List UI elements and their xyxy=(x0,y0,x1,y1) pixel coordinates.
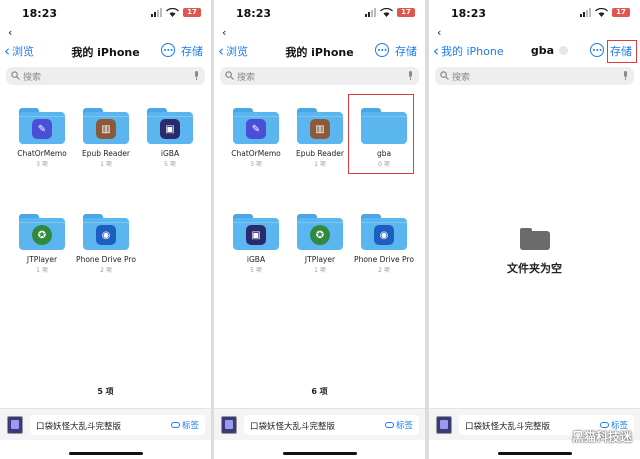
status-bar: 18:23 17 xyxy=(214,0,425,26)
folder-igba[interactable]: ▣ iGBA 5 项 xyxy=(224,214,288,274)
file-thumbnail-icon xyxy=(436,416,452,434)
folder-icon: ▥ xyxy=(83,108,129,144)
return-to-app-chevron-icon[interactable]: ‹ xyxy=(222,26,226,39)
battery-indicator: 17 xyxy=(397,8,415,17)
home-indicator xyxy=(282,452,357,455)
return-to-app-chevron-icon[interactable]: ‹ xyxy=(437,26,441,39)
save-button[interactable]: 存储 xyxy=(181,43,203,59)
return-to-app-chevron-icon[interactable]: ‹ xyxy=(8,26,12,39)
search-icon xyxy=(11,71,20,80)
status-bar: 18:23 17 xyxy=(0,0,211,26)
save-button[interactable]: 存储 xyxy=(395,43,417,59)
wifi-icon xyxy=(595,8,608,17)
folder-icon: ✪ xyxy=(297,214,343,250)
gameboy-app-icon: ▣ xyxy=(246,225,266,245)
status-time: 18:23 xyxy=(451,7,487,20)
microphone-icon[interactable] xyxy=(623,71,628,80)
panel-gba-folder: 18:23 17 ‹ ‹ 我的 iPhone gba 存储 搜索 文件夹为空 口… xyxy=(429,0,640,459)
file-name-field[interactable]: 口袋妖怪大乱斗完整版 标签 xyxy=(30,415,205,435)
folder-phone-drive-pro[interactable]: ◉ Phone Drive Pro 2 项 xyxy=(74,214,138,274)
search-field[interactable]: 搜索 xyxy=(6,67,205,85)
search-field[interactable]: 搜索 xyxy=(220,67,419,85)
empty-folder-icon xyxy=(519,228,550,250)
microphone-icon[interactable] xyxy=(194,71,199,80)
battery-indicator: 17 xyxy=(183,8,201,17)
cellular-signal-icon xyxy=(151,8,162,17)
tag-icon xyxy=(170,422,180,428)
highlight-gba-folder xyxy=(348,94,414,174)
search-placeholder: 搜索 xyxy=(452,73,471,83)
folder-phone-drive-pro[interactable]: ◉ Phone Drive Pro 2 项 xyxy=(352,214,416,274)
panel-my-iphone-after: 18:23 17 ‹ ‹ 浏览 我的 iPhone 存储 搜索 ✎ ChatOr… xyxy=(214,0,425,459)
mic-app-icon: ✎ xyxy=(32,119,52,139)
search-icon xyxy=(225,71,234,80)
navigation-bar: ‹ 浏览 我的 iPhone 存储 xyxy=(0,40,211,62)
folder-icon: ▣ xyxy=(233,214,279,250)
file-name: 口袋妖怪大乱斗完整版 xyxy=(36,422,122,432)
page-title: 我的 iPhone xyxy=(285,46,354,59)
folder-icon: ✎ xyxy=(19,108,65,144)
tag-icon xyxy=(384,422,394,428)
microphone-icon[interactable] xyxy=(408,71,413,80)
wifi-drive-app-icon: ◉ xyxy=(374,225,394,245)
folder-icon: ▥ xyxy=(297,108,343,144)
home-indicator xyxy=(497,452,572,455)
chevron-down-icon xyxy=(559,46,569,55)
more-options-icon[interactable] xyxy=(375,43,389,57)
folder-icon: ▣ xyxy=(147,108,193,144)
search-icon xyxy=(440,71,449,80)
folder-jtplayer[interactable]: ✪ JTPlayer 1 项 xyxy=(10,214,74,274)
folder-chatormemo[interactable]: ✎ ChatOrMemo 3 项 xyxy=(224,108,288,168)
folder-icon: ◉ xyxy=(83,214,129,250)
item-count-label: 6 项 xyxy=(311,387,328,396)
empty-state-text: 文件夹为空 xyxy=(507,262,562,275)
status-time: 18:23 xyxy=(236,7,272,20)
wifi-icon xyxy=(380,8,393,17)
battery-indicator: 17 xyxy=(612,8,630,17)
folder-icon: ✎ xyxy=(233,108,279,144)
file-thumbnail-icon xyxy=(221,416,237,434)
cellular-signal-icon xyxy=(365,8,376,17)
more-options-icon[interactable] xyxy=(161,43,175,57)
more-options-icon[interactable] xyxy=(590,43,604,57)
item-count-label: 5 项 xyxy=(97,387,114,396)
book-app-icon: ▥ xyxy=(96,119,116,139)
folder-jtplayer[interactable]: ✪ JTPlayer 1 项 xyxy=(288,214,352,274)
wifi-drive-app-icon: ◉ xyxy=(96,225,116,245)
watermark: 黑猫科技迷 xyxy=(571,430,632,444)
gameboy-app-icon: ▣ xyxy=(160,119,180,139)
panel-my-iphone-before: 18:23 17 ‹ ‹ 浏览 我的 iPhone 存储 搜索 ✎ ChatOr… xyxy=(0,0,211,459)
mic-app-icon: ✎ xyxy=(246,119,266,139)
folder-igba[interactable]: ▣ iGBA 5 项 xyxy=(138,108,202,168)
film-reel-app-icon: ✪ xyxy=(310,225,330,245)
file-name: 口袋妖怪大乱斗完整版 xyxy=(250,422,336,432)
empty-state: 文件夹为空 xyxy=(429,228,640,276)
file-thumbnail-icon xyxy=(7,416,23,434)
bottom-file-bar: 口袋妖怪大乱斗完整版 标签 xyxy=(0,408,211,440)
folder-icon: ◉ xyxy=(361,214,407,250)
status-bar: 18:23 17 xyxy=(429,0,640,26)
home-indicator xyxy=(68,452,143,455)
search-field[interactable]: 搜索 xyxy=(435,67,634,85)
file-name-field[interactable]: 口袋妖怪大乱斗完整版 标签 xyxy=(244,415,419,435)
search-placeholder: 搜索 xyxy=(23,73,42,83)
status-time: 18:23 xyxy=(22,7,58,20)
tag-button[interactable]: 标签 xyxy=(384,419,413,431)
film-reel-app-icon: ✪ xyxy=(32,225,52,245)
cellular-signal-icon xyxy=(580,8,591,17)
page-title: 我的 iPhone xyxy=(71,46,140,59)
wifi-icon xyxy=(166,8,179,17)
folder-epub-reader[interactable]: ▥ Epub Reader 1 项 xyxy=(74,108,138,168)
search-placeholder: 搜索 xyxy=(237,73,256,83)
folder-icon: ✪ xyxy=(19,214,65,250)
highlight-save-button xyxy=(607,40,637,63)
navigation-bar: ‹ 浏览 我的 iPhone 存储 xyxy=(214,40,425,62)
bottom-file-bar: 口袋妖怪大乱斗完整版 标签 xyxy=(214,408,425,440)
book-app-icon: ▥ xyxy=(310,119,330,139)
file-name: 口袋妖怪大乱斗完整版 xyxy=(465,422,551,432)
folder-epub-reader[interactable]: ▥ Epub Reader 1 项 xyxy=(288,108,352,168)
folder-chatormemo[interactable]: ✎ ChatOrMemo 3 项 xyxy=(10,108,74,168)
tag-button[interactable]: 标签 xyxy=(170,419,199,431)
